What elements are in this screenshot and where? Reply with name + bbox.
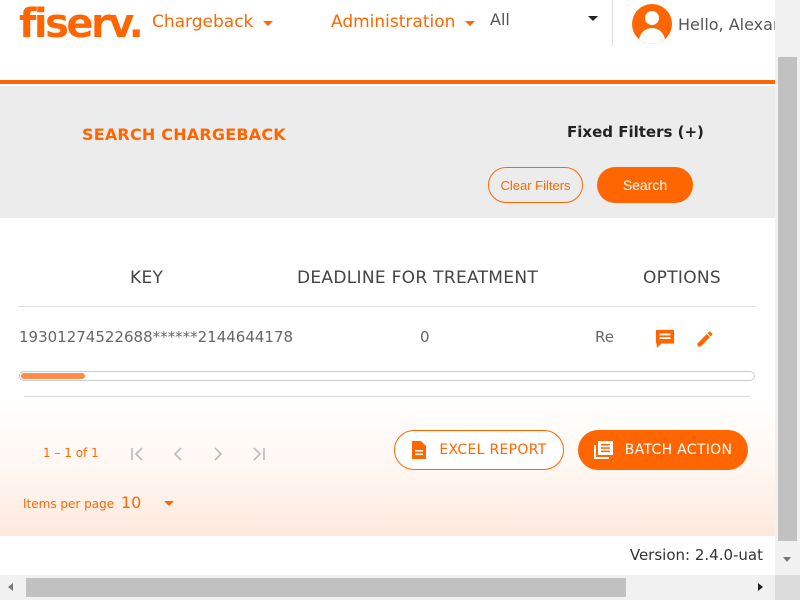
scroll-down-arrow-icon[interactable] (783, 557, 791, 562)
scroll-right-arrow-icon[interactable] (758, 583, 763, 591)
fixed-filters-toggle[interactable]: Fixed Filters (+) (567, 123, 704, 141)
table-horizontal-scrollbar[interactable] (19, 371, 755, 381)
edit-pencil-icon[interactable] (695, 329, 715, 349)
scrollbar-corner (775, 575, 800, 600)
cell-key: 19301274522688******2144644178 (19, 328, 294, 346)
batch-list-icon (593, 441, 613, 459)
comment-icon[interactable] (654, 329, 676, 349)
batch-action-button[interactable]: BATCH ACTION (578, 430, 748, 470)
version-bar: Version: 2.4.0-uat (0, 535, 775, 575)
dropdown-arrow-icon (164, 501, 174, 506)
search-title: SEARCH CHARGEBACK (82, 125, 286, 144)
search-button[interactable]: Search (597, 167, 693, 203)
chevron-down-icon (263, 20, 274, 26)
table-bottom-divider (24, 396, 750, 397)
top-header: fiserv. Chargeback Administration All He… (0, 0, 775, 84)
page-range-label: 1 – 1 of 1 (43, 446, 99, 460)
scope-select-value: All (490, 10, 510, 29)
paginator: 1 – 1 of 1 EXCEL REPORT BATCH ACTION Ite… (0, 400, 775, 535)
search-panel: SEARCH CHARGEBACK Fixed Filters (+) Clea… (0, 86, 775, 218)
nav-administration-menu[interactable]: Administration (331, 11, 476, 33)
clear-filters-button[interactable]: Clear Filters (488, 167, 583, 203)
page-vertical-scrollbar[interactable] (775, 0, 800, 575)
cell-deadline: 0 (420, 328, 430, 346)
items-per-page-select[interactable]: 10 (121, 493, 181, 515)
batch-action-label: BATCH ACTION (624, 442, 733, 458)
previous-page-icon[interactable] (168, 444, 188, 464)
first-page-icon[interactable] (128, 444, 148, 464)
vertical-scrollbar-thumb[interactable] (778, 57, 797, 541)
chevron-down-icon (465, 20, 476, 26)
items-per-page-value: 10 (121, 493, 142, 512)
user-avatar-icon (632, 4, 672, 44)
version-label: Version: 2.4.0-uat (629, 546, 763, 564)
last-page-icon[interactable] (248, 444, 268, 464)
user-menu[interactable]: Hello, Alexan (632, 4, 775, 44)
items-per-page-label: Items per page (23, 497, 115, 511)
header-divider (612, 0, 613, 46)
document-icon (412, 441, 427, 459)
nav-administration-label: Administration (331, 12, 456, 32)
column-header-key[interactable]: KEY (130, 268, 163, 288)
page-horizontal-scrollbar[interactable] (0, 575, 775, 600)
user-greeting: Hello, Alexan (678, 14, 775, 34)
excel-report-button[interactable]: EXCEL REPORT (394, 430, 564, 470)
scope-select[interactable]: All (490, 6, 602, 34)
column-header-options: OPTIONS (643, 268, 722, 288)
column-header-deadline[interactable]: DEADLINE FOR TREATMENT (297, 268, 538, 288)
app-viewport: fiserv. Chargeback Administration All He… (0, 0, 775, 575)
table-row: 19301274522688******2144644178 0 Re (18, 307, 755, 369)
excel-report-label: EXCEL REPORT (439, 442, 547, 458)
fiserv-logo[interactable]: fiserv. (19, 0, 144, 50)
dropdown-arrow-icon (588, 16, 598, 21)
nav-chargeback-menu[interactable]: Chargeback (152, 11, 274, 33)
horizontal-scrollbar-thumb[interactable] (26, 578, 626, 597)
next-page-icon[interactable] (208, 444, 228, 464)
table-scrollbar-thumb[interactable] (21, 373, 85, 379)
cell-clipped-column: Re (595, 328, 614, 346)
scroll-left-arrow-icon[interactable] (8, 583, 13, 591)
nav-chargeback-label: Chargeback (152, 12, 254, 32)
